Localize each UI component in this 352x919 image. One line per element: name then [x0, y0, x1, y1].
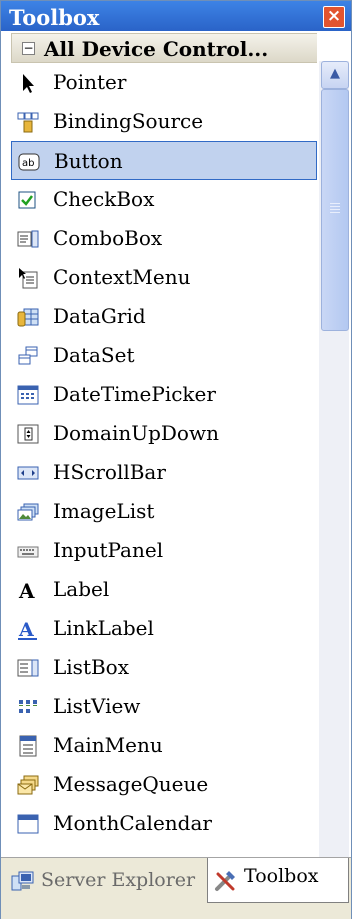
toolbox-item-label: ListView [53, 694, 141, 718]
svg-text:ab: ab [22, 158, 34, 169]
toolbox-item-contextmenu[interactable]: ContextMenu [11, 258, 317, 297]
scroll-thumb[interactable] [321, 89, 349, 331]
toolbox-item-hscrollbar[interactable]: HScrollBar [11, 453, 317, 492]
context-menu-icon [19, 268, 38, 289]
svg-text:A: A [18, 619, 34, 640]
toolbox-item-button[interactable]: ab Button [11, 141, 317, 180]
toolbox-item-linklabel[interactable]: A LinkLabel [11, 609, 317, 648]
toolbox-item-label: MainMenu [53, 733, 163, 757]
window-title: Toolbox [9, 5, 100, 30]
toolbox-item-label: DataGrid [53, 304, 146, 328]
datagrid-icon [17, 308, 39, 327]
toolbox-item-bindingsource[interactable]: BindingSource [11, 102, 317, 141]
toolbox-item-pointer[interactable]: Pointer [11, 63, 317, 102]
grip-icon [330, 203, 340, 204]
dataset-icon [18, 346, 38, 365]
toolbox-window: Toolbox × − All Device Control... Pointe… [0, 0, 352, 919]
toolbox-item-monthcalendar[interactable]: MonthCalendar [11, 804, 317, 843]
messagequeue-icon [17, 775, 39, 795]
toolbox-item-mainmenu[interactable]: MainMenu [11, 726, 317, 765]
toolbox-item-datagrid[interactable]: DataGrid [11, 297, 317, 336]
tab-label: Toolbox [244, 865, 319, 887]
toolbox-item-label: DateTimePicker [53, 382, 216, 406]
toolbox-item-inputpanel[interactable]: InputPanel [11, 531, 317, 570]
toolbox-item-label: HScrollBar [53, 460, 166, 484]
binding-source-icon [17, 112, 39, 133]
toolbox-list: − All Device Control... Pointer BindingS… [7, 31, 317, 857]
grip-icon [330, 206, 340, 207]
toolbox-item-domainupdown[interactable]: DomainUpDown [11, 414, 317, 453]
toolbox-item-label: Pointer [53, 70, 127, 94]
collapse-toggle-icon[interactable]: − [22, 42, 35, 55]
toolbox-item-label: ImageList [53, 499, 155, 523]
datetimepicker-icon [17, 385, 39, 405]
combobox-icon [17, 230, 39, 248]
toolbox-item-label: Button [54, 149, 123, 173]
toolbox-item-label: MonthCalendar [53, 811, 212, 835]
inputpanel-icon [17, 546, 39, 558]
toolbox-item-label: ListBox [53, 655, 129, 679]
toolbox-item-label: MessageQueue [53, 772, 209, 796]
toolbox-item-label: InputPanel [53, 538, 164, 562]
toolbox-item-label: DataSet [53, 343, 135, 367]
pointer-icon [23, 74, 34, 93]
imagelist-icon [17, 503, 39, 521]
toolbox-item-imagelist[interactable]: ImageList [11, 492, 317, 531]
listview-icon [19, 700, 37, 713]
tab-label: Server Explorer [41, 869, 196, 891]
mainmenu-icon [19, 735, 37, 757]
label-icon: A [18, 579, 35, 601]
tab-server-explorer[interactable]: Server Explorer [5, 862, 205, 900]
toolbox-item-messagequeue[interactable]: MessageQueue [11, 765, 317, 804]
button-icon: ab [18, 153, 40, 171]
toolbox-item-label: ContextMenu [53, 265, 191, 289]
category-header[interactable]: − All Device Control... [11, 33, 317, 63]
linklabel-icon: A [18, 619, 37, 640]
toolbox-item-checkbox[interactable]: CheckBox [11, 180, 317, 219]
listbox-icon [17, 659, 39, 677]
toolbox-item-dataset[interactable]: DataSet [11, 336, 317, 375]
server-explorer-icon [11, 871, 34, 891]
toolbox-item-datetimepicker[interactable]: DateTimePicker [11, 375, 317, 414]
toolbox-item-label: CheckBox [53, 187, 155, 211]
toolbox-item-listbox[interactable]: ListBox [11, 648, 317, 687]
close-button[interactable]: × [323, 6, 345, 28]
toolbox-item-label: BindingSource [53, 109, 204, 133]
monthcalendar-icon [17, 814, 39, 834]
grip-icon [330, 212, 340, 213]
scroll-up-icon[interactable]: ▲ [321, 61, 349, 89]
toolbox-item-label: Label [53, 577, 110, 601]
bottom-tab-strip: Server Explorer Toolbox [1, 857, 351, 919]
toolbox-item-label: DomainUpDown [53, 421, 219, 445]
svg-text:A: A [18, 579, 35, 601]
tab-toolbox[interactable]: Toolbox [207, 858, 349, 903]
domain-updown-icon [17, 424, 39, 444]
toolbox-item-label: ComboBox [53, 226, 163, 250]
toolbox-item-combobox[interactable]: ComboBox [11, 219, 317, 258]
grip-icon [330, 209, 340, 210]
toolbox-item-label[interactable]: A Label [11, 570, 317, 609]
hscrollbar-icon [17, 466, 39, 480]
toolbox-content: − All Device Control... Pointer BindingS… [1, 31, 351, 887]
toolbox-icon [215, 871, 235, 891]
checkbox-icon [18, 191, 36, 209]
toolbox-item-listview[interactable]: ListView [11, 687, 317, 726]
vertical-scrollbar[interactable]: ▲ ▼ [319, 61, 349, 887]
title-bar[interactable]: Toolbox × [1, 1, 351, 31]
toolbox-item-label: LinkLabel [53, 616, 154, 640]
category-label: All Device Control... [44, 37, 269, 61]
